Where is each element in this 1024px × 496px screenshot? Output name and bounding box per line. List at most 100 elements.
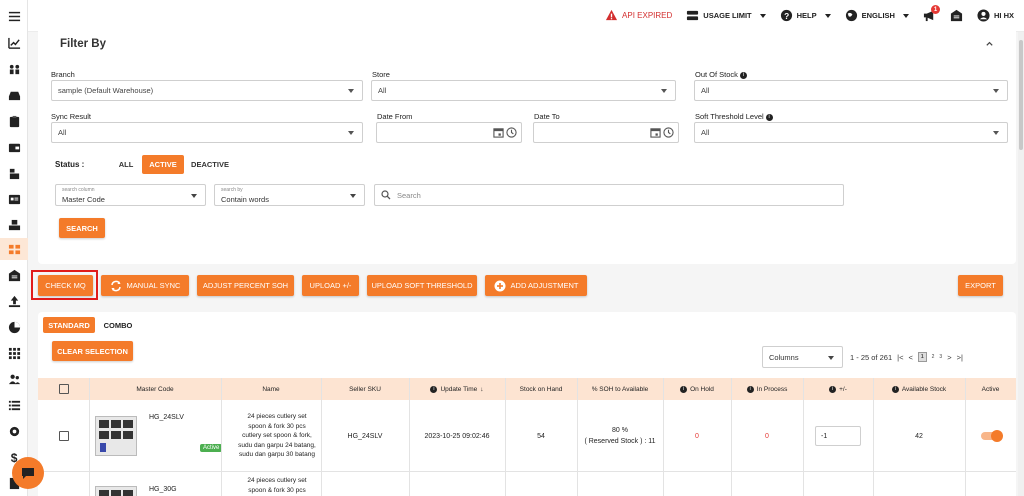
col-seller-sku[interactable]: Seller SKU [321, 378, 409, 400]
upload-icon[interactable] [0, 290, 28, 312]
chart-icon[interactable] [0, 32, 28, 54]
adjust-percent-soh-button[interactable]: ADJUST PERCENT SOH [197, 275, 294, 296]
chevron-up-icon[interactable] [985, 39, 994, 48]
clock-icon[interactable] [506, 127, 517, 138]
status-all[interactable]: ALL [114, 155, 138, 174]
upload-pm-button[interactable]: UPLOAD +/- [302, 275, 359, 296]
store-icon[interactable] [0, 162, 28, 184]
tab-combo[interactable]: COMBO [100, 317, 136, 333]
col-active[interactable]: Active [965, 378, 1016, 400]
user-menu[interactable]: HI HX [977, 9, 1014, 22]
manual-sync-button[interactable]: MANUAL SYNC [101, 275, 189, 296]
calendar-icon[interactable] [650, 127, 661, 138]
page-scrollbar[interactable] [1018, 32, 1024, 496]
active-toggle[interactable] [980, 430, 1003, 442]
pagination-range: 1 - 25 of 261 [850, 352, 893, 362]
warehouse-icon[interactable] [0, 214, 28, 236]
warehouse-switch-button[interactable] [950, 9, 963, 22]
wallet-icon[interactable] [0, 136, 28, 158]
users-icon[interactable] [0, 368, 28, 390]
store-select[interactable]: All [371, 80, 676, 101]
inbox-icon[interactable] [0, 84, 28, 106]
col-available-stock[interactable]: i Available Stock [873, 378, 965, 400]
filter-title: Filter By [60, 38, 107, 50]
row-checkbox[interactable] [58, 431, 69, 441]
page-1[interactable]: 1 [917, 352, 927, 362]
api-status[interactable]: API EXPIRED [605, 9, 672, 22]
soh-percent[interactable]: 80 % [612, 425, 628, 436]
col-stock-on-hand[interactable]: Stock on Hand [505, 378, 577, 400]
master-code[interactable]: HG_24SLV [149, 414, 184, 421]
info-icon[interactable]: i [765, 113, 773, 121]
last-page-icon[interactable]: >| [957, 353, 963, 362]
sync-result-select[interactable]: All [51, 122, 363, 143]
inventory-icon[interactable] [0, 238, 28, 260]
checkbox[interactable] [58, 384, 69, 394]
first-page-icon[interactable]: |< [897, 353, 903, 362]
add-adjustment-button[interactable]: ADD ADJUSTMENT [485, 275, 587, 296]
soft-threshold-label: Soft Threshold Level i [695, 112, 773, 121]
date-from-input[interactable] [376, 122, 522, 143]
col-update-time[interactable]: i Update Time ↓ [409, 378, 505, 400]
app-root: $ API EXPIRED USAGE LIMIT ? HELP ENGLISH… [0, 0, 1024, 496]
info-icon[interactable]: i [891, 385, 899, 393]
people-icon[interactable] [0, 58, 28, 80]
id-card-icon[interactable] [0, 188, 28, 210]
tab-standard[interactable]: STANDARD [43, 317, 95, 333]
export-button[interactable]: EXPORT [958, 275, 1003, 296]
grid-icon[interactable] [0, 342, 28, 364]
out-of-stock-select[interactable]: All [694, 80, 1008, 101]
page-3[interactable]: 3 [939, 354, 942, 360]
warehouse-building-icon[interactable] [0, 264, 28, 286]
search-by-select[interactable]: search by Contain words [214, 184, 365, 206]
row-checkbox-cell[interactable] [38, 400, 89, 472]
upload-soft-threshold-button[interactable]: UPLOAD SOFT THRESHOLD [367, 275, 477, 296]
in-process[interactable]: 0 [731, 400, 803, 472]
status-active[interactable]: ACTIVE [142, 155, 184, 174]
usage-limit-menu[interactable]: USAGE LIMIT [686, 9, 766, 22]
select-all-checkbox[interactable] [38, 378, 89, 400]
col-soh-percent[interactable]: % SOH to Available [577, 378, 663, 400]
clipboard-icon[interactable] [0, 110, 28, 132]
manual-sync-label: MANUAL SYNC [126, 281, 181, 290]
chat-button[interactable] [12, 457, 44, 489]
scrollbar-thumb[interactable] [1019, 40, 1023, 150]
list-icon[interactable] [0, 394, 28, 416]
table-header: Master Code Name Seller SKU i Update Time… [38, 378, 1016, 400]
calendar-icon[interactable] [493, 127, 504, 138]
search-button[interactable]: SEARCH [59, 218, 105, 238]
sort-arrow-icon[interactable]: ↓ [480, 386, 483, 393]
search-column-select[interactable]: search column Master Code [55, 184, 206, 206]
col-in-process[interactable]: i In Process [731, 378, 803, 400]
soft-threshold-select[interactable]: All [694, 122, 1008, 143]
status-deactive[interactable]: DEACTIVE [188, 155, 232, 174]
col-adjustment[interactable]: i +/- [803, 378, 873, 400]
clear-selection-button[interactable]: CLEAR SELECTION [52, 341, 133, 361]
col-master-code[interactable]: Master Code [89, 378, 221, 400]
settings-icon[interactable] [0, 420, 28, 442]
info-icon[interactable]: i [430, 385, 438, 393]
adjustment-input[interactable]: -1 [815, 426, 861, 446]
info-icon[interactable]: i [680, 385, 688, 393]
language-menu[interactable]: ENGLISH [845, 9, 909, 22]
info-icon[interactable]: i [746, 385, 754, 393]
help-menu[interactable]: ? HELP [780, 9, 831, 22]
table-row: HG_30G 24 pieces cutlery set spoon & for… [38, 472, 1016, 496]
columns-select[interactable]: Columns [762, 346, 843, 368]
clock-icon[interactable] [663, 127, 674, 138]
prev-page-icon[interactable]: < [908, 353, 912, 362]
search-input[interactable]: Search [374, 184, 844, 206]
page-2[interactable]: 2 [932, 354, 935, 360]
next-page-icon[interactable]: > [947, 353, 951, 362]
master-code[interactable]: HG_30G [149, 486, 177, 493]
info-icon[interactable]: i [739, 71, 747, 79]
col-name[interactable]: Name [221, 378, 321, 400]
info-icon[interactable]: i [829, 385, 837, 393]
pie-chart-icon[interactable] [0, 316, 28, 338]
menu-icon[interactable] [0, 5, 28, 27]
notifications-button[interactable]: 1 [923, 5, 940, 22]
branch-select[interactable]: sample (Default Warehouse) [51, 80, 363, 101]
date-to-input[interactable] [533, 122, 679, 143]
col-on-hold[interactable]: i On Hold [663, 378, 731, 400]
on-hold[interactable]: 0 [663, 400, 731, 472]
